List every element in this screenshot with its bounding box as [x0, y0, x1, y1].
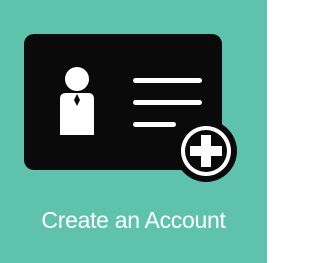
card-line-2 [133, 100, 202, 105]
tile-label: Create an Account [41, 207, 226, 233]
id-card-add-icon [24, 34, 246, 194]
card-line-1 [133, 78, 202, 83]
plus-circle-icon [175, 120, 237, 182]
create-account-tile[interactable]: Create an Account [0, 0, 267, 263]
card-line-3 [133, 122, 176, 127]
person-head-shape [65, 67, 89, 91]
